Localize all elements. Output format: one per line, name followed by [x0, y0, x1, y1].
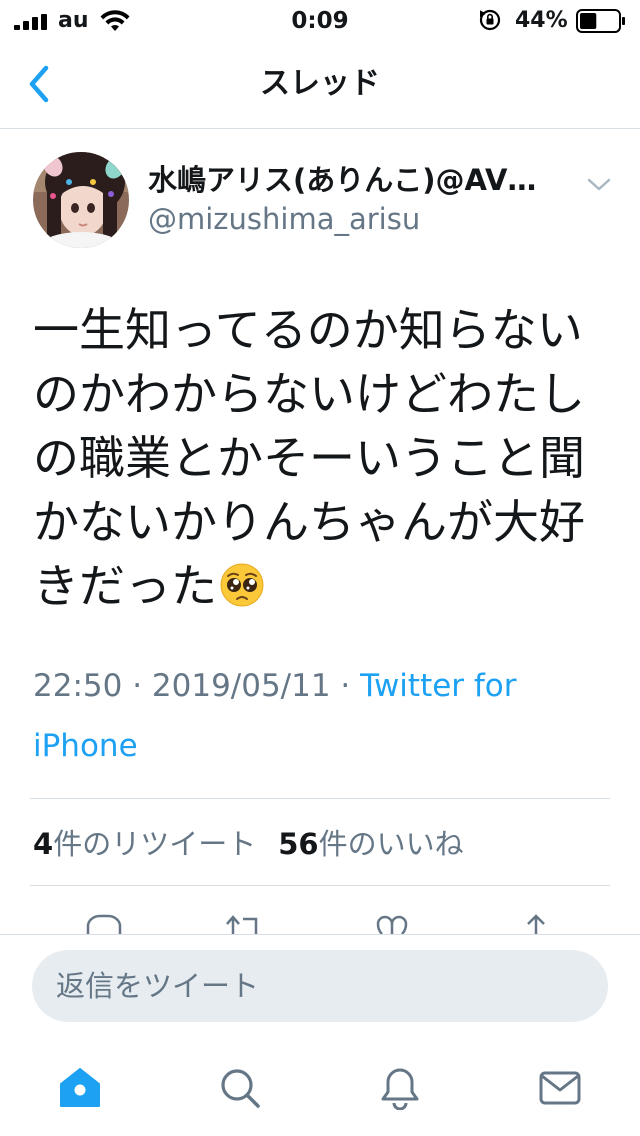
chevron-down-icon[interactable]: [583, 170, 615, 198]
battery-percent: 44%: [515, 8, 568, 33]
divider: [30, 798, 610, 799]
tweet-timestamp: 22:50 · 2019/05/11 ·: [33, 668, 361, 704]
avatar[interactable]: [33, 152, 129, 248]
retweet-stat[interactable]: 4件のリツイート: [33, 827, 256, 861]
pleading-face-icon: [220, 563, 264, 607]
retweet-icon[interactable]: [224, 912, 264, 934]
tweet-meta: 22:50 · 2019/05/11 · Twitter for iPhone: [33, 656, 613, 776]
tab-bar: [0, 1038, 640, 1136]
status-bar: au 0:09 44%: [0, 0, 640, 40]
username[interactable]: @mizushima_arisu: [148, 201, 420, 237]
rotation-lock-icon: [479, 9, 501, 31]
battery-icon: [576, 9, 625, 33]
reply-input[interactable]: 返信をツイート: [32, 950, 608, 1022]
nav-header: スレッド: [0, 40, 640, 129]
divider: [30, 885, 610, 886]
screen: au 0:09 44% スレッド 水嶋アリス(ありんこ)@AV… @mizush…: [0, 0, 640, 1136]
messages-icon[interactable]: [538, 1066, 582, 1110]
display-name[interactable]: 水嶋アリス(ありんこ)@AV…: [148, 162, 573, 198]
retweet-count: 4: [33, 827, 54, 861]
search-icon[interactable]: [218, 1066, 262, 1110]
reply-placeholder: 返信をツイート: [56, 969, 260, 1003]
share-icon[interactable]: [516, 912, 556, 934]
tweet-body: 一生知ってるのか知らないのかわからないけどわたしの職業とかそーいうこと聞かないか…: [33, 303, 585, 613]
tweet-stats: 4件のリツイート 56件のいいね: [33, 824, 464, 864]
reply-icon[interactable]: [84, 912, 124, 934]
retweet-label: 件のリツイート: [53, 827, 257, 861]
like-count: 56: [278, 827, 319, 861]
like-stat[interactable]: 56件のいいね: [278, 827, 463, 861]
tweet-text: 一生知ってるのか知らないのかわからないけどわたしの職業とかそーいうこと聞かないか…: [33, 298, 618, 618]
avatar-image: [33, 152, 129, 248]
like-icon[interactable]: [372, 912, 412, 934]
like-label: 件のいいね: [318, 827, 464, 861]
home-icon[interactable]: [58, 1066, 102, 1110]
notifications-icon[interactable]: [378, 1066, 422, 1110]
reply-bar: 返信をツイート: [0, 934, 640, 1039]
page-title: スレッド: [260, 66, 380, 101]
